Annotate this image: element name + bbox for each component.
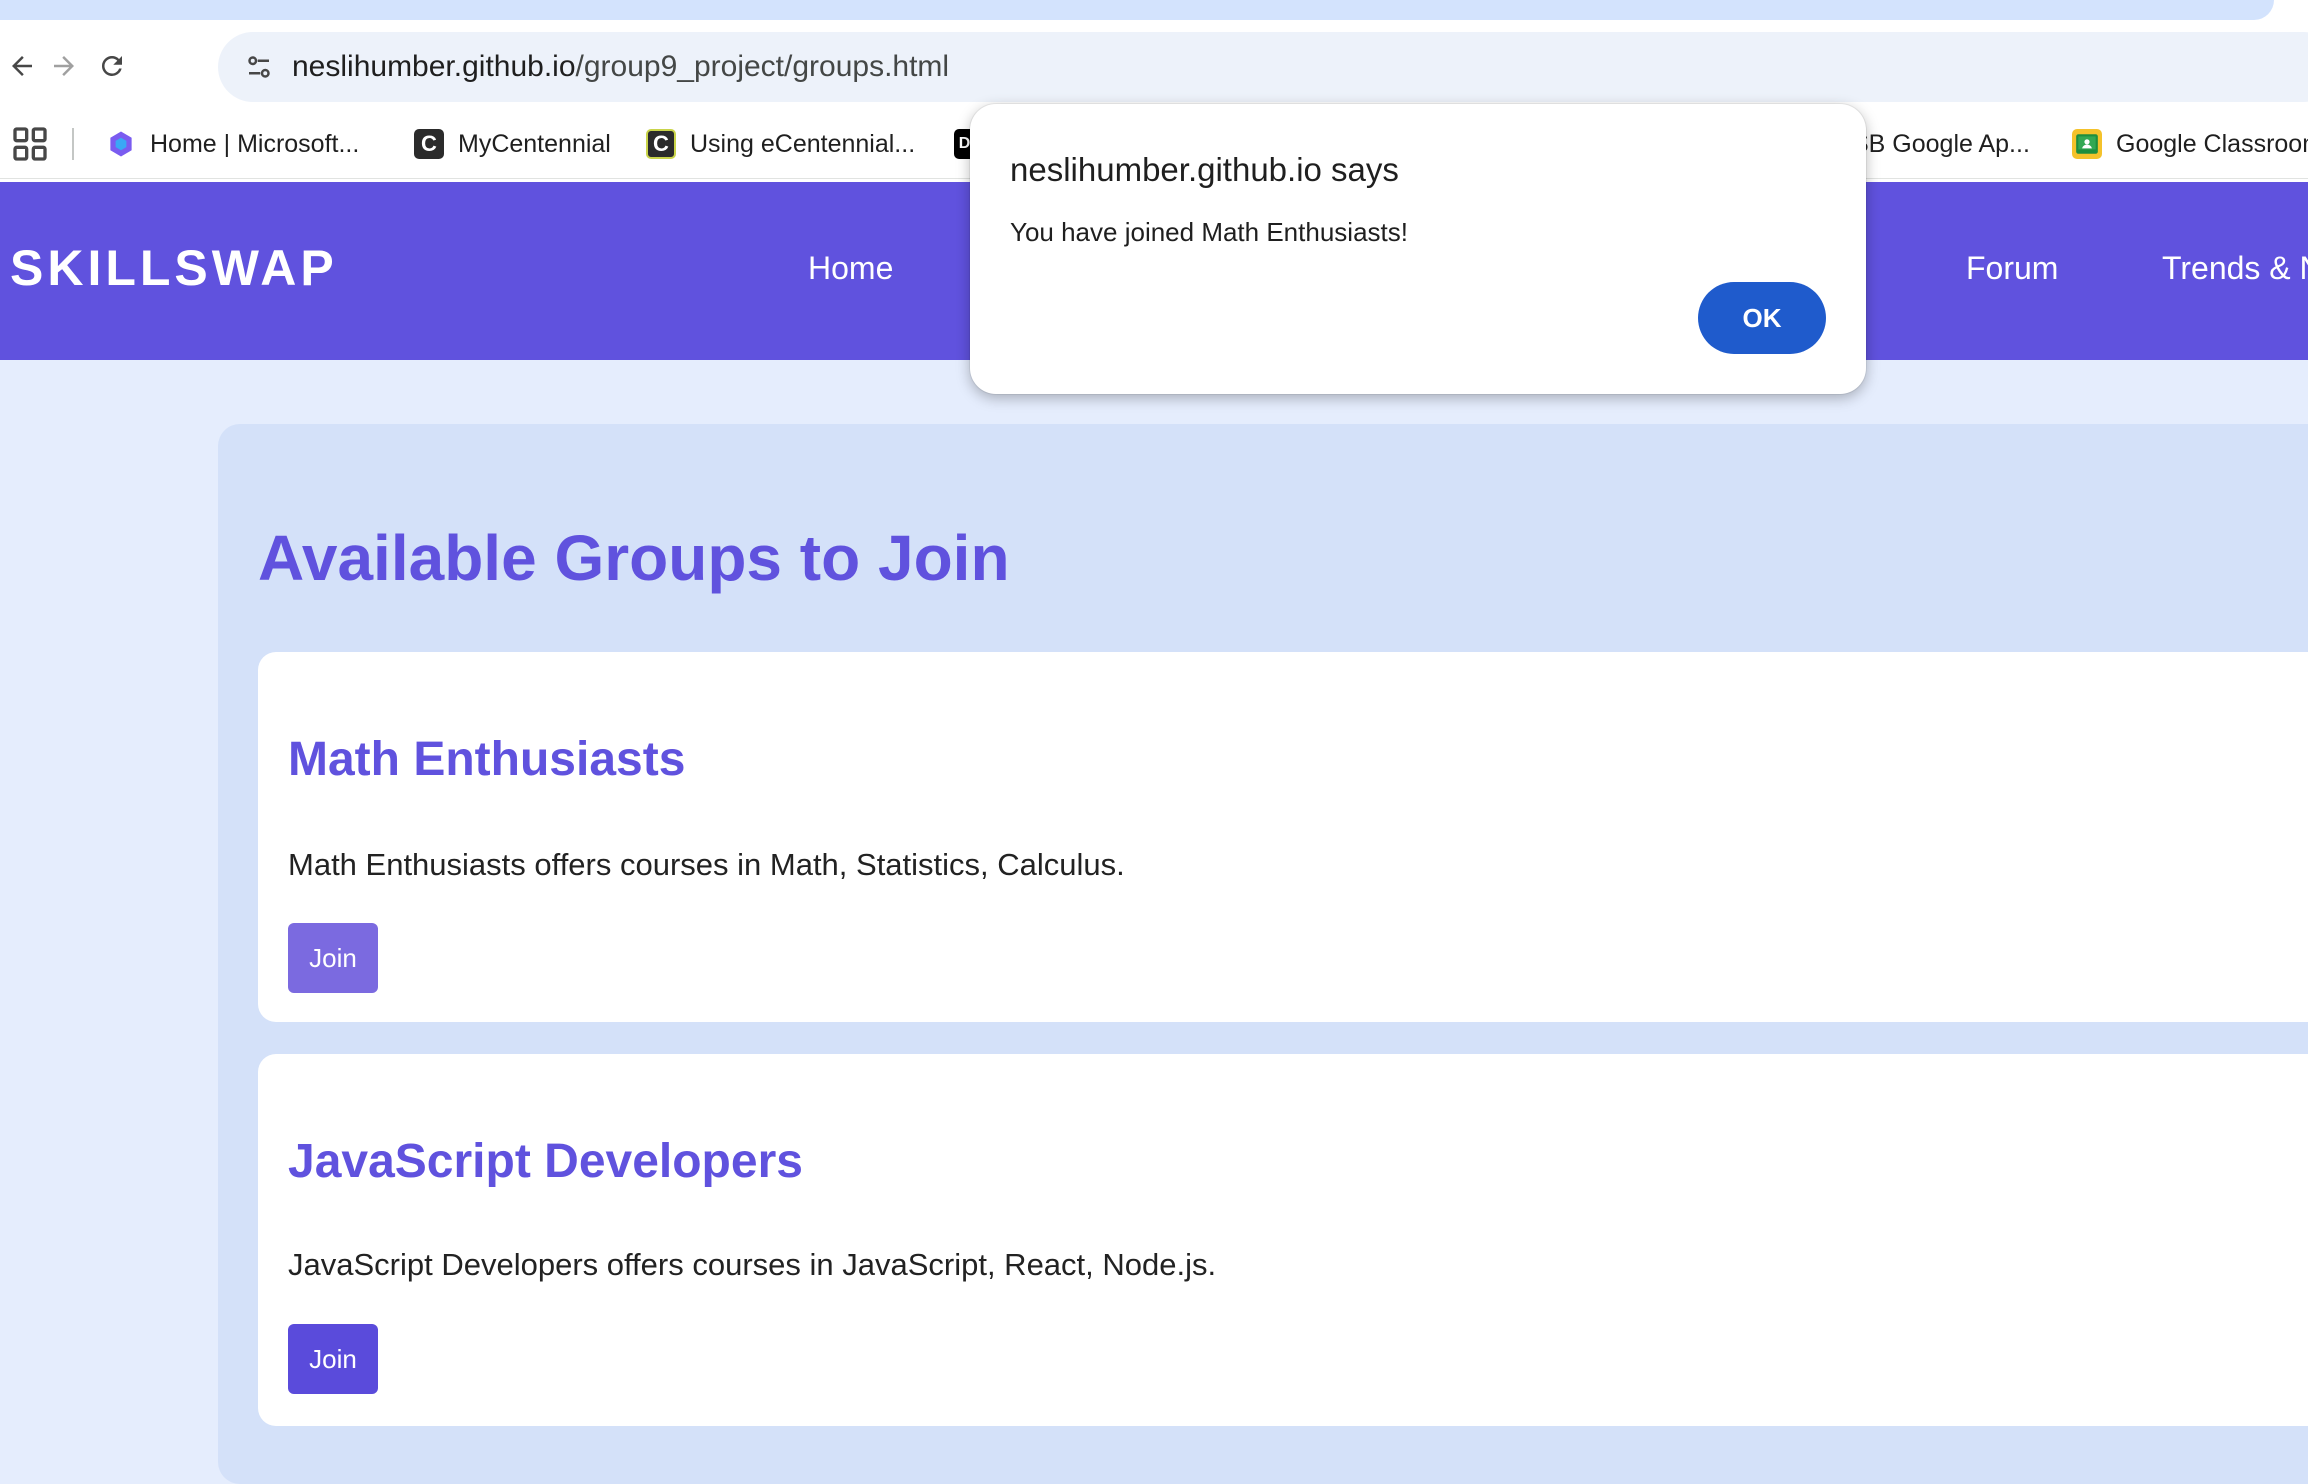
google-classroom-icon <box>2072 129 2102 159</box>
reload-icon <box>101 55 122 76</box>
url-text[interactable]: neslihumber.github.io/group9_project/gro… <box>292 50 949 84</box>
join-button-javascript-developers[interactable]: Join <box>288 1324 378 1394</box>
alert-dialog: neslihumber.github.io says You have join… <box>970 104 1866 394</box>
url-host: neslihumber.github.io <box>292 50 576 83</box>
browser-toolbar: neslihumber.github.io/group9_project/gro… <box>0 28 2308 106</box>
microsoft-copilot-icon <box>106 129 136 159</box>
dialog-message: You have joined Math Enthusiasts! <box>1010 217 1408 247</box>
address-bar[interactable]: neslihumber.github.io/group9_project/gro… <box>218 32 2308 102</box>
site-logo[interactable]: SKILLSWAP <box>10 240 338 296</box>
bookmark-ecentennial[interactable]: C Using eCentennial... <box>646 122 915 166</box>
join-button-math-enthusiasts[interactable]: Join <box>288 923 378 993</box>
group-card-math-enthusiasts: Math Enthusiasts Math Enthusiasts offers… <box>258 652 2308 1022</box>
group-card-javascript-developers: JavaScript Developers JavaScript Develop… <box>258 1054 2308 1426</box>
reload-button[interactable] <box>84 38 140 94</box>
group-description: JavaScript Developers offers courses in … <box>288 1247 1217 1282</box>
page-title: Available Groups to Join <box>258 522 1010 594</box>
dialog-title: neslihumber.github.io says <box>1010 151 1399 188</box>
centennial-c-icon: C <box>414 129 444 159</box>
nav-link-forum[interactable]: Forum <box>1966 248 2058 288</box>
dialog-ok-button[interactable]: OK <box>1698 282 1826 354</box>
group-name: Math Enthusiasts <box>288 733 686 786</box>
bookmark-google-apps[interactable]: SB Google Ap... <box>1852 122 2030 166</box>
bookmark-microsoft-home[interactable]: Home | Microsoft... <box>106 122 359 166</box>
apps-grid-icon[interactable] <box>10 124 50 164</box>
tune-icon <box>248 56 270 78</box>
bookmark-label: Home | Microsoft... <box>150 129 360 158</box>
tab-strip <box>0 0 2274 20</box>
bookmark-label: MyCentennial <box>458 129 611 158</box>
ecentennial-c-icon: C <box>646 129 676 159</box>
url-path: /group9_project/groups.html <box>575 50 950 83</box>
arrow-right-icon <box>54 56 74 76</box>
arrow-left-icon <box>12 56 32 76</box>
nav-link-trends-news[interactable]: Trends & News <box>2162 248 2308 288</box>
bookmark-mycentennial[interactable]: C MyCentennial <box>414 122 611 166</box>
bookmark-google-classroom[interactable]: Google Classroom <box>2072 122 2308 166</box>
bookmark-label: Using eCentennial... <box>690 129 916 158</box>
group-name: JavaScript Developers <box>288 1135 803 1188</box>
group-description: Math Enthusiasts offers courses in Math,… <box>288 847 1125 882</box>
nav-link-home[interactable]: Home <box>808 248 893 288</box>
bookmark-label: Google Classroom <box>2116 129 2308 158</box>
bookmarks-separator <box>72 128 74 160</box>
site-info-button[interactable] <box>236 44 282 90</box>
bookmark-label: SB Google Ap... <box>1852 129 2030 158</box>
